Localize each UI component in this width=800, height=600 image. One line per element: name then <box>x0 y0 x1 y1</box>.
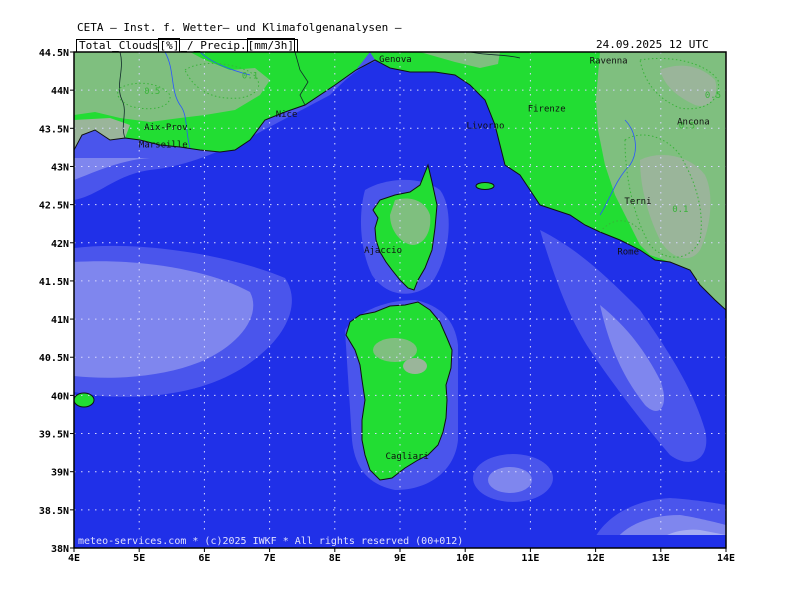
lat-tick-label: 43.5N <box>39 124 69 135</box>
latitude-axis: 38N 38.5N 39N 39.5N 40N 40.5N 41N 41.5N 42N 42.5N… <box>39 48 74 555</box>
lon-tick-label: 11E <box>521 553 539 564</box>
lon-tick-label: 6E <box>198 553 210 564</box>
lon-tick-label: 13E <box>652 553 670 564</box>
lon-tick-label: 9E <box>394 553 406 564</box>
city-label: Ajaccio <box>364 246 402 256</box>
lat-tick-label: 39N <box>51 468 69 479</box>
city-label: Livorno <box>466 121 504 131</box>
map-area: 0.10.50.50.50.1 Genova RavennaNiceAix-Pro… <box>74 52 726 548</box>
lon-tick-label: 14E <box>717 553 735 564</box>
lat-tick-label: 44N <box>51 86 69 97</box>
forecast-map: 0.10.50.50.50.1 Genova RavennaNiceAix-Pro… <box>39 48 735 564</box>
city-label: Ancona <box>677 118 710 128</box>
lat-tick-label: 42.5N <box>39 201 69 212</box>
city-label: Firenze <box>528 105 566 115</box>
city-label: Cagliari <box>385 452 428 462</box>
lat-tick-label: 43N <box>51 162 69 173</box>
lat-tick-label: 42N <box>51 239 69 250</box>
lon-tick-label: 7E <box>264 553 276 564</box>
lat-tick-label: 41.5N <box>39 277 69 288</box>
copyright-footer: meteo-services.com * (c)2025 IWKF * All … <box>78 536 463 547</box>
contour-label: 0.1 <box>672 205 688 215</box>
lat-tick-label: 44.5N <box>39 48 69 59</box>
lon-tick-label: 5E <box>133 553 145 564</box>
lat-tick-label: 39.5N <box>39 430 69 441</box>
lat-tick-label: 38N <box>51 544 69 555</box>
weather-map-page: CETA — Inst. f. Wetter— und Klimafolgena… <box>0 0 800 600</box>
lon-tick-label: 10E <box>456 553 474 564</box>
city-label: Nice <box>276 110 298 120</box>
lat-tick-label: 40.5N <box>39 353 69 364</box>
contour-label: 0.5 <box>144 87 160 97</box>
lon-tick-label: 8E <box>329 553 341 564</box>
city-label: Ravenna <box>590 57 628 67</box>
contour-label: 0.1 <box>242 72 258 82</box>
longitude-axis: 4E 5E 6E 7E 8E 9E 10E 11E 12E 13E 14E <box>68 548 735 564</box>
lat-tick-label: 38.5N <box>39 506 69 517</box>
lat-tick-label: 41N <box>51 315 69 326</box>
city-label: Marseille <box>139 141 188 151</box>
city-label: Rome <box>617 247 639 257</box>
lon-tick-label: 12E <box>587 553 605 564</box>
city-label: Aix-Prov. <box>144 123 193 133</box>
city-label: Terni <box>624 197 651 207</box>
contour-label: 0.5 <box>705 91 721 101</box>
lon-tick-label: 4E <box>68 553 80 564</box>
lat-tick-label: 40N <box>51 391 69 402</box>
city-label: Genova <box>379 55 412 65</box>
